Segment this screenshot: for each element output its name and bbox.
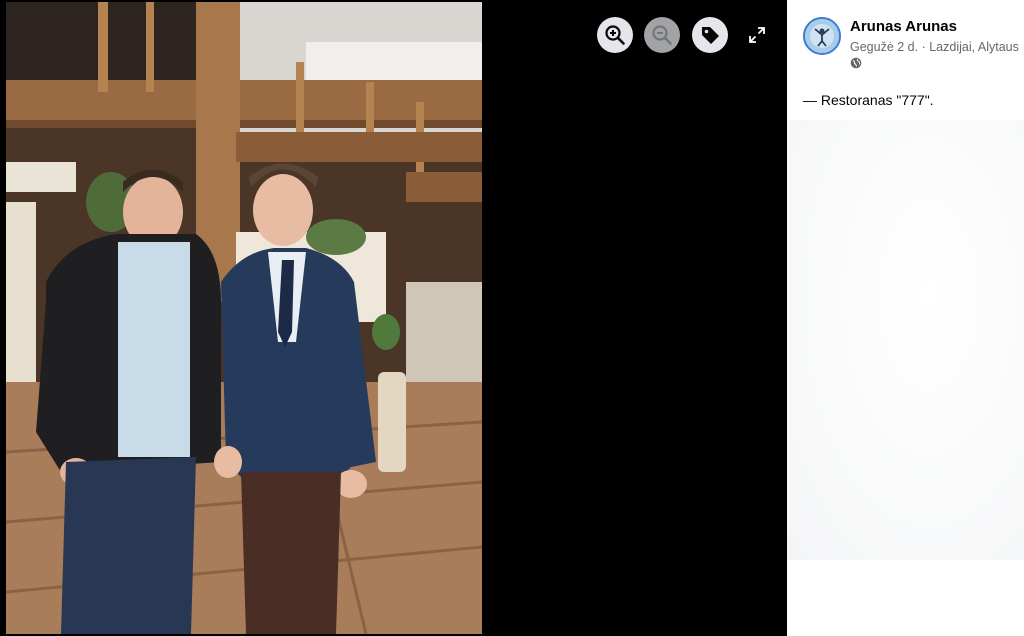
tag-button[interactable] xyxy=(692,17,728,53)
expand-icon xyxy=(749,27,765,43)
author-name[interactable]: Arunas Arunas xyxy=(850,18,957,35)
zoom-in-icon xyxy=(605,25,625,45)
post-date[interactable]: Gegužė 2 d. xyxy=(850,40,918,54)
photo-illustration xyxy=(6,2,482,634)
tag-icon xyxy=(702,27,719,44)
meta-separator: · xyxy=(918,40,930,54)
photo-viewer xyxy=(0,0,787,636)
post-caption: — Restoranas "777". xyxy=(803,92,934,108)
globe-icon xyxy=(850,57,862,69)
post-sidebar: Arunas Arunas Gegužė 2 d. · Lazdijai, Al… xyxy=(787,0,1024,636)
zoom-out-icon xyxy=(652,25,672,45)
photo[interactable] xyxy=(6,2,482,634)
zoom-in-button[interactable] xyxy=(597,17,633,53)
post-location[interactable]: Lazdijai, Alytaus xyxy=(929,40,1019,54)
post-meta: Gegužė 2 d. · Lazdijai, Alytaus xyxy=(850,40,1019,54)
expand-button[interactable] xyxy=(745,23,769,47)
zoom-out-button[interactable] xyxy=(644,17,680,53)
sidebar-blank-area xyxy=(787,120,1024,560)
avatar[interactable] xyxy=(803,17,841,55)
avatar-image xyxy=(805,19,839,53)
